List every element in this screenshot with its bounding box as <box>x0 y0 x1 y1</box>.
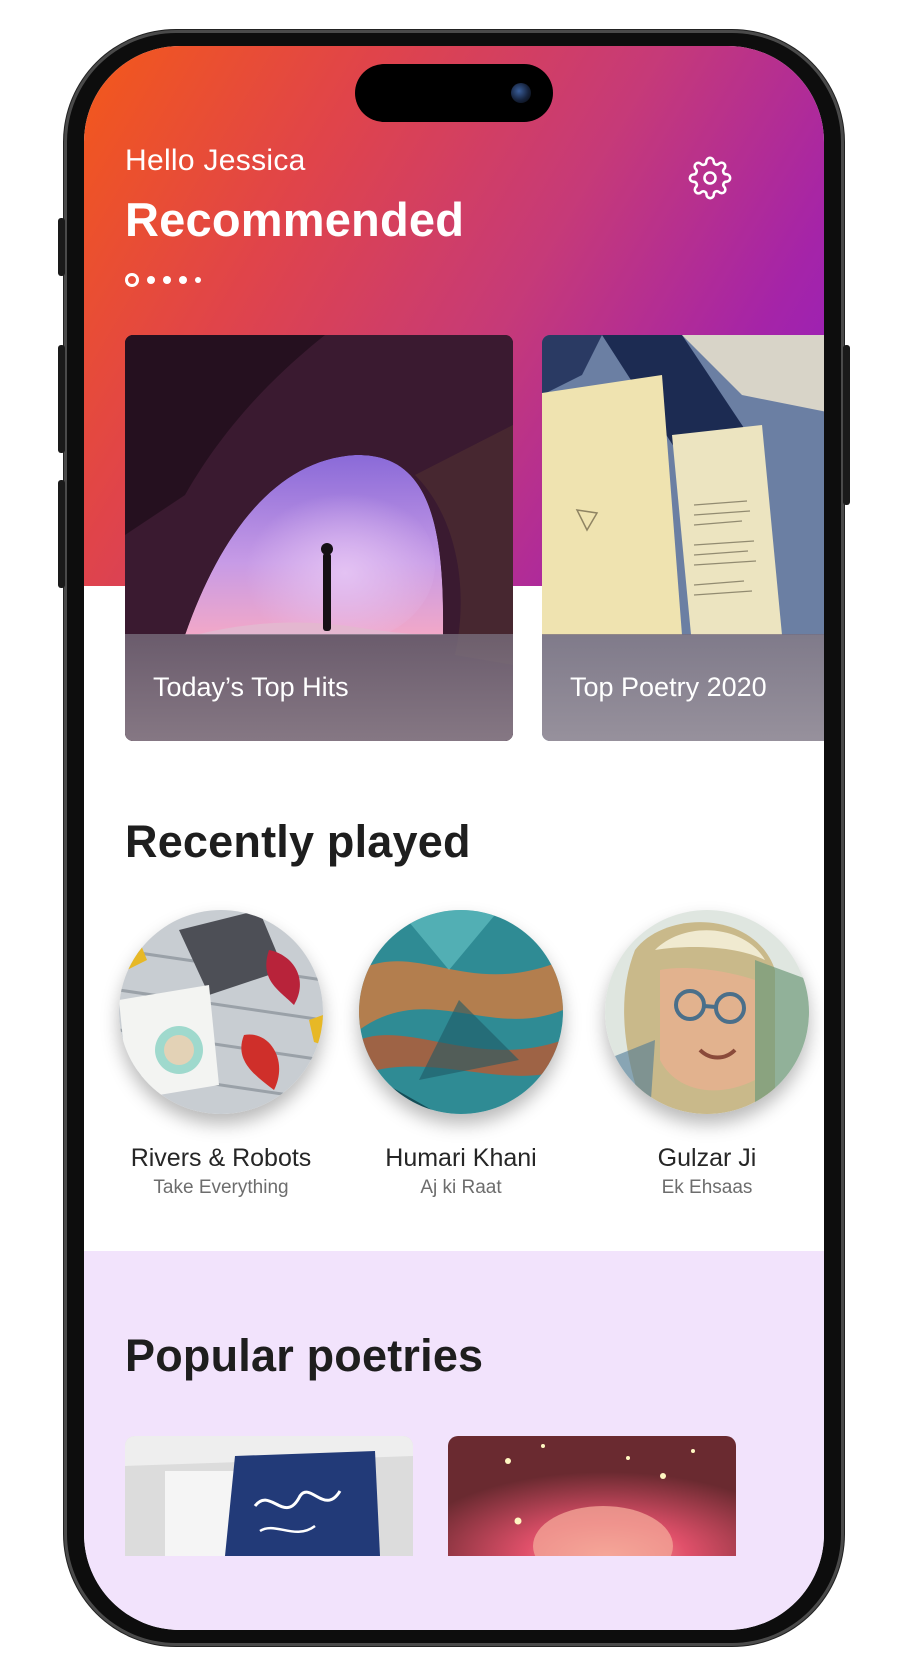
volume-up-button <box>58 345 65 453</box>
recent-item[interactable]: Rivers & Robots Take Everything <box>116 910 326 1199</box>
portrait-painting-image <box>605 910 809 1114</box>
pagination-dot[interactable] <box>163 276 171 284</box>
recent-item-subtitle: Take Everything <box>153 1177 289 1198</box>
card-title: Today’s Top Hits <box>153 672 349 702</box>
recent-item-title: Gulzar Ji <box>657 1144 757 1172</box>
action-button <box>58 218 65 276</box>
recent-item-title: Humari Khani <box>385 1144 537 1172</box>
section-title-popular-poetries: Popular poetries <box>125 1330 484 1381</box>
gear-icon[interactable] <box>688 156 732 200</box>
recent-item-title: Rivers & Robots <box>130 1144 312 1172</box>
autumn-flatlay-image <box>119 910 323 1114</box>
card-title: Top Poetry 2020 <box>570 672 767 702</box>
poetry-card[interactable] <box>125 1436 413 1556</box>
power-button <box>843 345 850 505</box>
poetry-card[interactable] <box>448 1436 736 1556</box>
calligraphy-card-image <box>125 1436 413 1556</box>
pagination-dot-active[interactable] <box>125 273 139 287</box>
camera-icon <box>511 83 531 103</box>
recommended-card[interactable]: Top Poetry 2020 <box>542 335 824 741</box>
album-art <box>359 910 563 1114</box>
recent-item-subtitle: Ek Ehsaas <box>661 1177 753 1198</box>
dynamic-island <box>355 64 553 122</box>
album-art <box>605 910 809 1114</box>
abstract-teal-image <box>359 910 563 1114</box>
pagination-dot[interactable] <box>179 276 187 284</box>
greeting-text: Hello Jessica <box>125 144 306 177</box>
recent-item[interactable]: Gulzar Ji Ek Ehsaas <box>602 910 812 1199</box>
pagination-dot[interactable] <box>195 277 201 283</box>
section-title-recently-played: Recently played <box>125 816 471 867</box>
galaxy-card-image <box>448 1436 736 1556</box>
page-title: Recommended <box>125 193 465 246</box>
app-screen: Hello Jessica Recommended Today’s Top Hi… <box>84 46 824 1630</box>
recent-item[interactable]: Humari Khani Aj ki Raat <box>356 910 566 1199</box>
recommended-card[interactable]: Today’s Top Hits <box>125 335 513 741</box>
album-art <box>119 910 323 1114</box>
carousel-pagination <box>125 272 201 288</box>
pagination-dot[interactable] <box>147 276 155 284</box>
volume-down-button <box>58 480 65 588</box>
recent-item-subtitle: Aj ki Raat <box>420 1177 502 1198</box>
